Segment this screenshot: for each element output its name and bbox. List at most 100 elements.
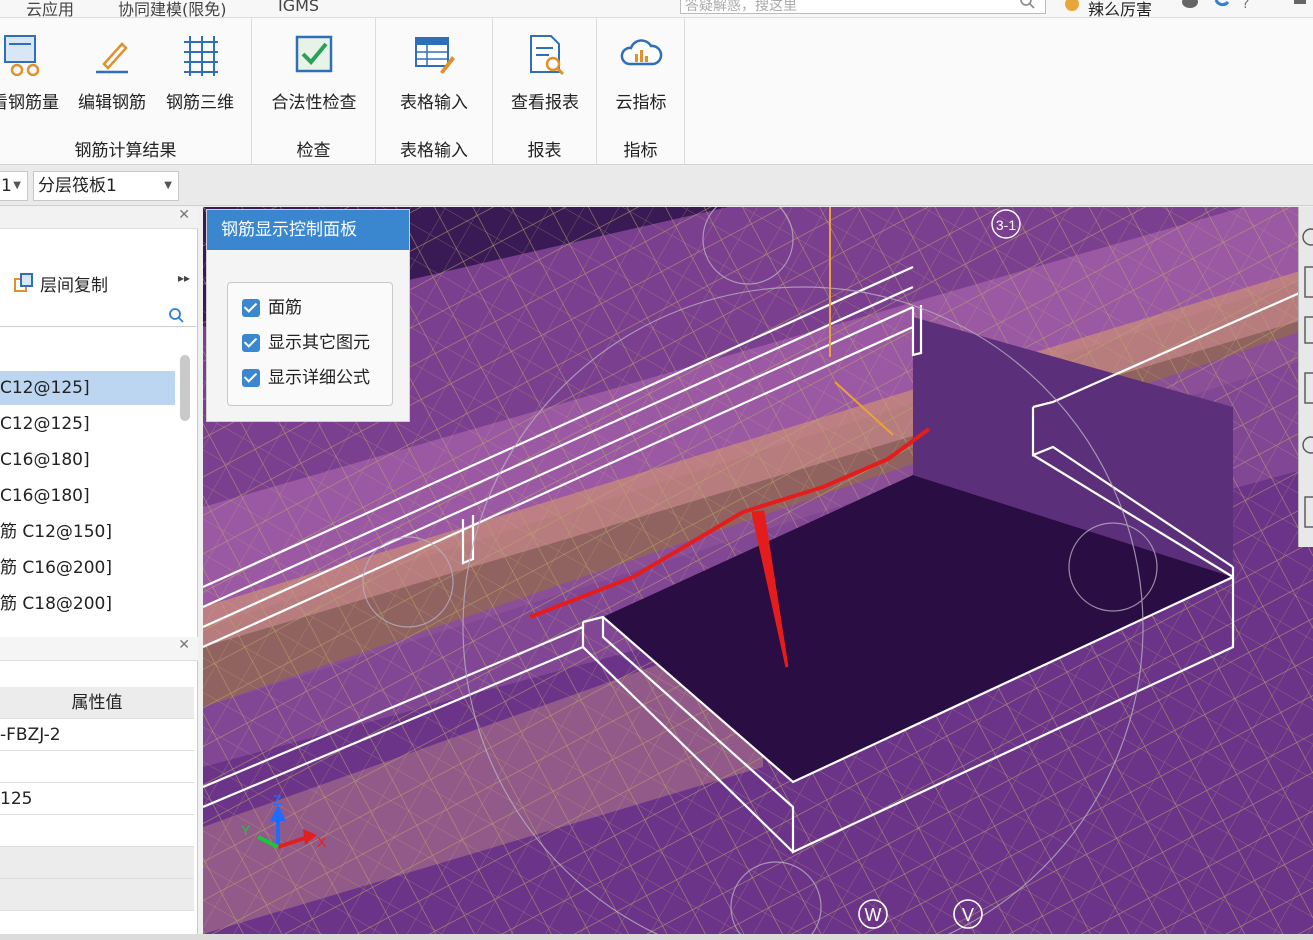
left-panel: ✕ 层间复制 ▸▸ C12@125] C12@125] C16@180] C16… (0, 207, 198, 940)
property-value[interactable]: 125 (0, 783, 194, 815)
gizmo-x-label: X (317, 834, 327, 850)
search-icon[interactable] (168, 307, 184, 323)
user-name[interactable]: 辣么厉害 (1088, 0, 1152, 17)
checkmark-icon (295, 35, 333, 73)
more-icon[interactable]: ▸▸ (178, 271, 190, 285)
component-select[interactable]: 分层筏板1 ▼ (33, 171, 179, 201)
chevron-down-icon: ▼ (164, 180, 172, 191)
menu-collab-modeling[interactable]: 协同建模(限免) (118, 0, 227, 17)
view-report-button[interactable]: 查看报表 (499, 26, 591, 118)
status-bar (0, 934, 1313, 940)
list-item[interactable]: C12@125] (0, 371, 175, 405)
option-show-detailed-formula[interactable]: 显示详细公式 (242, 365, 402, 391)
top-menu-bar: 云应用 协同建模(限免) IGMS 答疑解惑，搜这里 辣么厉害 ? (0, 0, 1313, 18)
pin-icon[interactable] (1290, 0, 1310, 14)
option-show-other-elements-label: 显示其它图元 (268, 333, 370, 353)
component-select-value: 分层筏板1 (38, 176, 117, 196)
cloud-index-icon (620, 39, 663, 66)
axis-label-v-text: V (962, 905, 974, 925)
option-show-other-elements[interactable]: 显示其它图元 (242, 330, 402, 356)
floor-copy-button[interactable]: 层间复制 (40, 271, 108, 296)
table-input-icon (415, 37, 455, 74)
chat-icon[interactable] (1180, 0, 1200, 14)
gizmo-y-label: Y (241, 822, 251, 838)
floor-select[interactable]: 1 ▼ (0, 171, 28, 201)
ribbon-group-label-check: 检查 (296, 141, 331, 161)
list-item[interactable]: C16@180] (0, 443, 175, 477)
property-value[interactable] (0, 879, 194, 911)
refresh-icon[interactable] (1212, 0, 1232, 14)
checkbox-checked-icon[interactable] (242, 334, 260, 352)
list-scrollbar[interactable] (180, 355, 190, 421)
menu-igms[interactable]: IGMS (278, 0, 319, 15)
option-show-detailed-formula-label: 显示详细公式 (268, 368, 370, 388)
view-report-label: 查看报表 (511, 93, 579, 113)
view-rebar-quantity-label: 看钢筋量 (0, 93, 59, 113)
list-item[interactable]: 筋 C18@200] (0, 587, 175, 621)
report-icon (530, 35, 565, 76)
checkbox-checked-icon[interactable] (242, 299, 260, 317)
ribbon-group-label-report: 报表 (527, 141, 562, 161)
property-value[interactable] (0, 847, 194, 879)
option-face-rebar[interactable]: 面筋 (242, 295, 402, 321)
ribbon: 看钢筋量 编辑钢筋 钢筋三维 钢筋计算结果 合法性检查 检查 表格输 (0, 18, 1313, 165)
cloud-index-button[interactable]: 云指标 (601, 26, 681, 118)
edit-rebar-label: 编辑钢筋 (78, 93, 146, 113)
rebar-3d-icon (184, 36, 218, 76)
edit-rebar-button[interactable]: 编辑钢筋 (72, 26, 152, 118)
list-search-input[interactable] (0, 303, 196, 327)
axis-label-3-1-text: 3-1 (996, 217, 1016, 233)
rebar-3d-label: 钢筋三维 (166, 93, 234, 113)
selector-row: 1 ▼ 分层筏板1 ▼ (0, 166, 1313, 206)
close-icon[interactable]: ✕ (178, 637, 190, 653)
option-face-rebar-label: 面筋 (268, 298, 302, 318)
rebar-3d-button[interactable]: 钢筋三维 (158, 26, 242, 118)
svg-text:?: ? (1242, 0, 1249, 12)
ribbon-group-report: 查看报表 报表 (493, 18, 597, 165)
app-window: 云应用 协同建模(限免) IGMS 答疑解惑，搜这里 辣么厉害 ? 看钢筋量 编… (0, 0, 1313, 940)
property-header: 属性值 (0, 687, 194, 719)
table-input-button[interactable]: 表格输入 (382, 26, 486, 118)
cloud-index-label: 云指标 (615, 93, 667, 113)
list-item[interactable]: C16@180] (0, 479, 175, 513)
rebar-display-panel: 钢筋显示控制面板 面筋 显示其它图元 显示详细公式 (206, 209, 410, 422)
gizmo-z-label: Z (273, 792, 282, 808)
rebar-display-options: 面筋 显示其它图元 显示详细公式 (227, 282, 393, 406)
search-placeholder: 答疑解惑，搜这里 (685, 0, 797, 14)
property-panel-titlebar: ✕ (0, 637, 198, 661)
ribbon-group-label-rebar-results: 钢筋计算结果 (74, 141, 177, 161)
list-item[interactable]: C12@125] (0, 407, 175, 441)
search-input[interactable]: 答疑解惑，搜这里 (680, 0, 1046, 14)
rebar-display-panel-title[interactable]: 钢筋显示控制面板 (207, 210, 409, 250)
component-list-titlebar: ✕ (0, 207, 198, 229)
property-value[interactable] (0, 751, 194, 783)
close-icon[interactable]: ✕ (178, 207, 190, 223)
help-icon[interactable]: ? (1240, 0, 1260, 14)
copy-layers-icon (14, 273, 33, 292)
ribbon-group-check: 合法性检查 检查 (252, 18, 376, 165)
property-value[interactable]: -FBZJ-2 (0, 719, 194, 751)
ribbon-group-index: 云指标 指标 (597, 18, 685, 165)
ribbon-group-label-index: 指标 (623, 141, 658, 161)
copy-toolbar: 层间复制 ▸▸ (0, 263, 198, 301)
chevron-down-icon: ▼ (13, 180, 21, 191)
property-value[interactable] (0, 815, 194, 847)
list-item[interactable]: 筋 C12@150] (0, 515, 175, 549)
search-icon[interactable] (1019, 0, 1035, 9)
validity-check-label: 合法性检查 (271, 93, 357, 113)
axis-label-w-text: W (865, 905, 882, 925)
ribbon-group-table-input: 表格输入 表格输入 (376, 18, 493, 165)
ribbon-group-label-table-input: 表格输入 (400, 141, 468, 161)
validity-check-button[interactable]: 合法性检查 (260, 26, 368, 118)
list-item[interactable]: 筋 C16@200] (0, 551, 175, 585)
right-tool-strip (1298, 207, 1313, 547)
checkbox-checked-icon[interactable] (242, 369, 260, 387)
floor-select-value: 1 (1, 176, 12, 196)
menu-cloud-app[interactable]: 云应用 (26, 0, 74, 17)
view-rebar-quantity-button[interactable]: 看钢筋量 (0, 26, 64, 118)
rebar-quantity-icon (4, 35, 40, 76)
view-tools-icon[interactable] (1299, 207, 1313, 547)
user-avatar-icon[interactable] (1062, 0, 1082, 14)
ribbon-group-rebar-results: 看钢筋量 编辑钢筋 钢筋三维 钢筋计算结果 (0, 18, 252, 165)
table-input-label: 表格输入 (400, 93, 468, 113)
